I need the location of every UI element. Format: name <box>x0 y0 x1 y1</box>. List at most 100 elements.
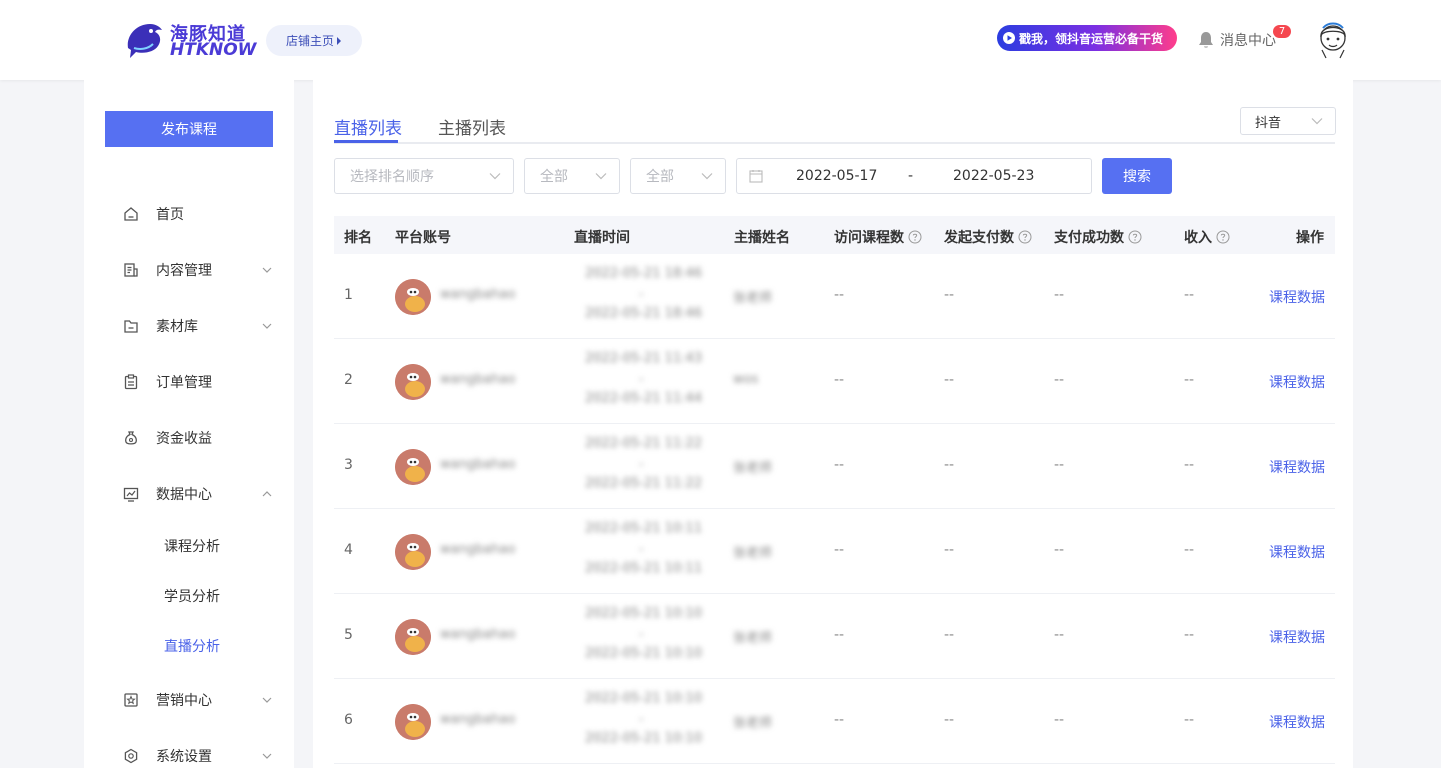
course-data-link[interactable]: 课程数据 <box>1269 457 1325 477</box>
col-host-name-label: 主播姓名 <box>734 230 790 246</box>
row-account: wangbahao <box>440 457 516 472</box>
row-host: 张老师 <box>733 631 773 646</box>
user-avatar[interactable] <box>1316 19 1350 59</box>
row-rank: 4 <box>344 542 353 558</box>
row-live-start: 2022-05-21 11:43 <box>585 351 703 366</box>
promo-banner[interactable]: 戳我，领抖音运营必备干货 <box>997 25 1177 51</box>
row-payments-success: -- <box>1054 372 1065 388</box>
message-center-label: 消息中心 <box>1220 33 1276 49</box>
platform-select[interactable]: 抖音 <box>1240 107 1336 135</box>
course-data-link[interactable]: 课程数据 <box>1269 712 1325 732</box>
date-end: 2022-05-23 <box>953 168 1035 184</box>
top-header: 海豚知道 HTKNOW 店铺主页 戳我，领抖音运营必备干货 消息中心 7 <box>0 0 1441 80</box>
sidebar-subitem-student-analysis[interactable]: 学员分析 <box>84 578 294 614</box>
sidebar-item-data-center[interactable]: 数据中心 <box>84 474 294 514</box>
filter-select-2[interactable]: 全部 <box>630 158 726 194</box>
course-data-link[interactable]: 课程数据 <box>1269 287 1325 307</box>
help-icon[interactable] <box>1216 230 1230 244</box>
sidebar-item-materials[interactable]: 素材库 <box>84 306 294 346</box>
row-rank: 2 <box>344 372 353 388</box>
sidebar-item-marketing[interactable]: 营销中心 <box>84 680 294 720</box>
platform-select-value: 抖音 <box>1255 115 1282 131</box>
publish-course-button[interactable]: 发布课程 <box>105 111 273 147</box>
row-live-start: 2022-05-21 10:10 <box>585 691 703 706</box>
row-host: 张老师 <box>733 291 773 306</box>
sidebar-item-label: 首页 <box>156 207 184 223</box>
help-icon[interactable] <box>1128 230 1142 244</box>
course-data-link[interactable]: 课程数据 <box>1269 542 1325 562</box>
message-count-badge: 7 <box>1273 25 1291 38</box>
main-panel: 直播列表 主播列表 抖音 选择排名顺序 全部 全部 2022-05-17 - 2… <box>313 80 1353 768</box>
tab-host-list[interactable]: 主播列表 <box>438 114 506 139</box>
active-tab-indicator <box>334 140 398 143</box>
row-payments-initiated: -- <box>944 712 955 728</box>
row-host: 张老师 <box>733 716 773 731</box>
search-button[interactable]: 搜索 <box>1102 158 1172 194</box>
sidebar-item-home[interactable]: 首页 <box>84 194 294 234</box>
row-host: 张老师 <box>733 461 773 476</box>
col-actions-label: 操作 <box>1296 230 1324 246</box>
row-payments-initiated: -- <box>944 457 955 473</box>
row-live-end: 2022-05-21 11:44 <box>585 391 703 406</box>
row-live-start: 2022-05-21 10:10 <box>585 606 703 621</box>
col-payments-success: 支付成功数 <box>1054 227 1142 247</box>
tab-live-list[interactable]: 直播列表 <box>334 114 402 139</box>
brand-logo[interactable]: 海豚知道 HTKNOW <box>122 18 256 62</box>
settings-icon <box>124 748 138 764</box>
sidebar-subitem-label: 学员分析 <box>164 589 220 605</box>
row-income: -- <box>1184 372 1195 388</box>
table-header: 排名 平台账号 直播时间 主播姓名 访问课程数 发起支付数 支付成功数 收入 操… <box>334 216 1335 254</box>
shop-home-button[interactable]: 店铺主页 <box>266 25 362 56</box>
account-avatar <box>395 619 431 655</box>
sidebar-subitem-live-analysis[interactable]: 直播分析 <box>84 628 294 664</box>
date-separator: - <box>908 168 914 184</box>
col-live-time: 直播时间 <box>574 227 630 247</box>
row-rank: 3 <box>344 457 353 473</box>
logo-text-en: HTKNOW <box>170 40 257 60</box>
row-live-end: 2022-05-21 11:22 <box>585 476 703 491</box>
sidebar-item-settings[interactable]: 系统设置 <box>84 736 294 768</box>
sidebar-item-content[interactable]: 内容管理 <box>84 250 294 290</box>
table-row: 3 wangbahao 2022-05-21 11:22 - 2022-05-2… <box>334 424 1335 509</box>
message-center-button[interactable]: 消息中心 <box>1198 30 1276 50</box>
sidebar-subitem-course-analysis[interactable]: 课程分析 <box>84 528 294 564</box>
sidebar-item-label: 内容管理 <box>156 263 212 279</box>
row-account: wangbahao <box>440 287 516 302</box>
row-payments-success: -- <box>1054 287 1065 303</box>
row-course-visits: -- <box>834 627 845 643</box>
col-rank: 排名 <box>344 227 372 247</box>
row-income: -- <box>1184 287 1195 303</box>
row-payments-success: -- <box>1054 712 1065 728</box>
sidebar-item-funds[interactable]: 资金收益 <box>84 418 294 458</box>
row-live-end: 2022-05-21 10:10 <box>585 731 703 746</box>
row-payments-initiated: -- <box>944 627 955 643</box>
row-income: -- <box>1184 542 1195 558</box>
sidebar-item-label: 营销中心 <box>156 693 212 709</box>
table-row: 1 wangbahao 2022-05-21 18:46 - 2022-05-2… <box>334 254 1335 339</box>
chevron-down-icon <box>262 753 272 759</box>
row-payments-initiated: -- <box>944 287 955 303</box>
course-data-link[interactable]: 课程数据 <box>1269 627 1325 647</box>
row-rank: 1 <box>344 287 353 303</box>
chevron-down-icon <box>262 697 272 703</box>
sidebar: 发布课程 首页 内容管理 素材库 订单管理 资金收益 数据中心 课程分析 学员分… <box>84 80 294 768</box>
col-income: 收入 <box>1184 227 1230 247</box>
sidebar-item-orders[interactable]: 订单管理 <box>84 362 294 402</box>
sidebar-subitem-label: 直播分析 <box>164 639 220 655</box>
course-data-link[interactable]: 课程数据 <box>1269 372 1325 392</box>
date-range-picker[interactable]: 2022-05-17 - 2022-05-23 <box>736 158 1092 194</box>
row-live-dash: - <box>639 457 644 472</box>
filter-select-1[interactable]: 全部 <box>524 158 620 194</box>
row-live-dash: - <box>639 542 644 557</box>
row-course-visits: -- <box>834 712 845 728</box>
row-course-visits: -- <box>834 542 845 558</box>
date-start: 2022-05-17 <box>796 168 878 184</box>
help-icon[interactable] <box>908 230 922 244</box>
col-live-time-label: 直播时间 <box>574 230 630 246</box>
sidebar-item-label: 订单管理 <box>156 375 212 391</box>
row-live-end: 2022-05-21 18:46 <box>585 306 703 321</box>
rank-order-select[interactable]: 选择排名顺序 <box>334 158 514 194</box>
clipboard-icon <box>124 374 138 390</box>
row-payments-initiated: -- <box>944 372 955 388</box>
help-icon[interactable] <box>1018 230 1032 244</box>
